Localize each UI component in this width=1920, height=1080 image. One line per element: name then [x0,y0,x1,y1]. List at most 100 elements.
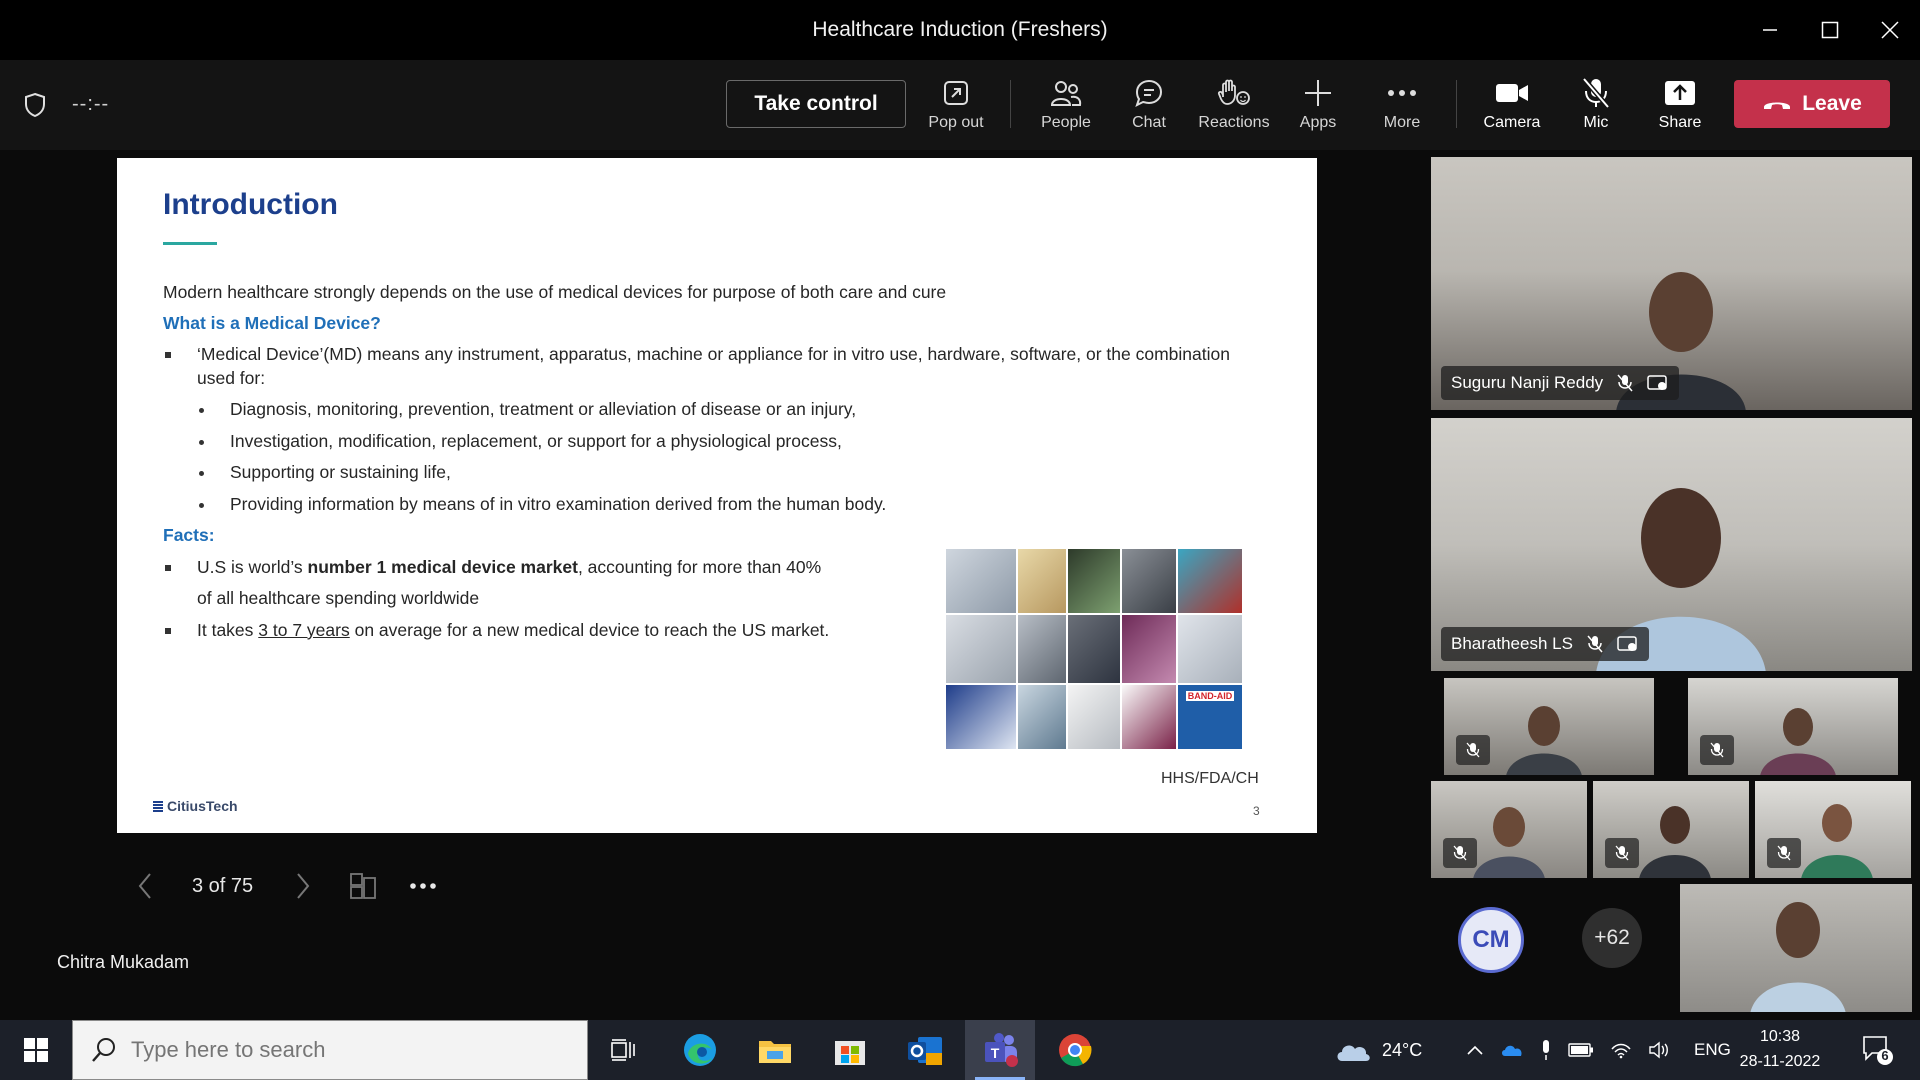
phone-hangup-icon [1764,102,1791,109]
camera-icon [1496,84,1528,102]
take-control-button[interactable]: Take control [726,80,906,128]
bullet-square [165,565,171,571]
camera-label: Camera [1483,114,1541,131]
muted-indicator [1605,838,1639,868]
participant-silhouette [1750,902,1846,1012]
more-button[interactable]: More [1360,74,1444,140]
people-button[interactable]: People [1024,74,1108,140]
camera-button[interactable]: Camera [1470,74,1554,140]
participant-name: Bharatheesh LS [1451,634,1573,653]
taskbar-microsoft-store[interactable] [815,1020,885,1080]
microphone-icon[interactable] [1540,1039,1552,1061]
bullet-square [165,352,171,358]
video-tile[interactable] [1755,781,1911,878]
teams-icon: T [985,1033,1018,1067]
notification-center-button[interactable]: 6 [1862,1034,1894,1071]
slide-more-options-button[interactable] [409,868,437,904]
presenter-name: Chitra Mukadam [57,952,190,972]
task-view-button[interactable] [588,1020,658,1080]
previous-slide-button[interactable] [136,868,154,904]
participant-silhouette [1801,804,1873,878]
chevron-left-icon [138,873,151,899]
citiustech-logo: CitiusTech [153,798,238,814]
volume-icon[interactable] [1648,1041,1670,1059]
next-slide-button[interactable] [294,868,312,904]
mic-muted-icon [1582,77,1610,109]
chevron-up-icon[interactable] [1466,1044,1484,1056]
onedrive-icon[interactable] [1500,1042,1524,1058]
more-icon [410,883,436,889]
taskbar-file-explorer[interactable] [740,1020,810,1080]
video-tile[interactable] [1444,678,1654,775]
reactions-button[interactable]: Reactions [1192,74,1276,140]
taskbar-outlook[interactable] [890,1020,960,1080]
participant-avatar[interactable]: CM [1458,907,1524,973]
weather-temperature: 24°C [1382,1039,1423,1060]
minimize-button[interactable] [1740,0,1800,60]
wifi-icon[interactable] [1610,1041,1632,1059]
mic-muted-icon [1453,845,1467,861]
leave-button[interactable]: Leave [1734,80,1890,128]
mic-button[interactable]: Mic [1554,74,1638,140]
notification-count: 6 [1881,1048,1889,1063]
close-icon [1881,21,1899,39]
task-view-icon [611,1039,635,1061]
taskbar-chrome[interactable] [1040,1020,1110,1080]
participant-name-chip: Bharatheesh LS [1441,627,1649,661]
window-title: Healthcare Induction (Freshers) [812,18,1108,41]
slide-intro: Modern healthcare strongly depends on th… [163,282,947,302]
definition-line-1: ‘Medical Device’(MD) means any instrumen… [197,344,1230,364]
taskbar-clock[interactable]: 10:38 28-11-2022 [1730,1024,1830,1074]
slide-grid-button[interactable] [349,868,377,904]
video-tile[interactable] [1593,781,1749,878]
windows-taskbar: T 24°C ENG 10:38 28-11-2022 6 [0,1020,1920,1080]
share-button[interactable]: Share [1638,74,1722,140]
weather-widget[interactable]: 24°C [1334,1020,1422,1080]
slides-grid-icon [350,873,376,899]
video-tile[interactable]: Suguru Nanji Reddy [1431,157,1912,410]
question-heading: What is a Medical Device? [163,313,381,333]
windows-logo-icon [24,1038,48,1062]
shield-icon[interactable] [24,92,46,118]
medical-devices-collage: BAND-AID [945,548,1243,750]
plus-icon [1305,80,1331,106]
start-button[interactable] [0,1020,72,1080]
participant-silhouette [1506,706,1582,775]
chat-button[interactable]: Chat [1107,74,1191,140]
video-tile[interactable]: Bharatheesh LS [1431,418,1912,671]
battery-icon[interactable] [1568,1043,1594,1057]
bullet-dot [199,503,204,508]
search-input[interactable] [131,1037,551,1063]
title-underline [163,242,217,245]
pop-out-button[interactable]: Pop out [914,74,998,140]
participant-silhouette [1639,806,1711,878]
taskbar-edge[interactable] [665,1020,735,1080]
muted-indicator [1700,735,1734,765]
close-button[interactable] [1860,0,1920,60]
definition-line-2: used for: [197,368,266,388]
taskbar-teams[interactable]: T [965,1020,1035,1080]
toolbar-divider [1456,80,1457,128]
participant-name: Suguru Nanji Reddy [1451,373,1604,392]
people-icon [1050,81,1082,106]
video-tile[interactable] [1680,884,1912,1012]
fact-2: It takes 3 to 7 years on average for a n… [197,620,830,640]
pop-out-icon [944,81,968,105]
mic-label: Mic [1583,114,1609,131]
share-icon [1665,81,1695,105]
people-label: People [1041,114,1091,131]
chat-label: Chat [1132,114,1166,131]
apps-button[interactable]: Apps [1276,74,1360,140]
maximize-button[interactable] [1800,0,1860,60]
taskbar-search[interactable] [72,1020,588,1080]
edge-icon [684,1034,716,1066]
video-tile[interactable] [1688,678,1898,775]
muted-indicator [1443,838,1477,868]
cloud-icon [1337,1045,1370,1061]
sub-item: Diagnosis, monitoring, prevention, treat… [230,399,857,419]
bullet-square [165,628,171,634]
share-label: Share [1658,114,1702,131]
video-tile[interactable] [1431,781,1587,878]
more-participants-button[interactable]: +62 [1582,908,1642,968]
input-language[interactable]: ENG [1694,1040,1731,1060]
